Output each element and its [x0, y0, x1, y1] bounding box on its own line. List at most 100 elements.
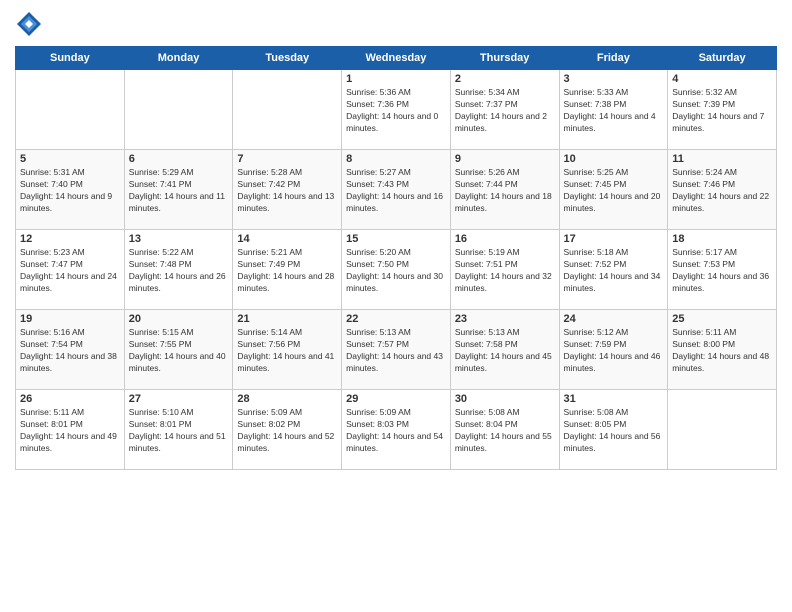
day-number: 22 — [346, 313, 446, 325]
table-row: 26 Sunrise: 5:11 AMSunset: 8:01 PMDayligh… — [16, 390, 125, 470]
table-row: 3Sunrise: 5:33 AMSunset: 7:38 PMDaylight… — [559, 70, 668, 150]
table-row: 15 Sunrise: 5:20 AMSunset: 7:50 PMDayligh… — [342, 230, 451, 310]
table-row: 27 Sunrise: 5:10 AMSunset: 8:01 PMDayligh… — [124, 390, 233, 470]
day-number: 13 — [129, 233, 229, 245]
col-monday: Monday — [124, 47, 233, 70]
table-row: 28 Sunrise: 5:09 AMSunset: 8:02 PMDayligh… — [233, 390, 342, 470]
calendar-table: Sunday Monday Tuesday Wednesday Thursday… — [15, 46, 777, 470]
table-row: 9 Sunrise: 5:26 AMSunset: 7:44 PMDaylight… — [450, 150, 559, 230]
day-number: 14 — [237, 233, 337, 245]
table-row: 14 Sunrise: 5:21 AMSunset: 7:49 PMDayligh… — [233, 230, 342, 310]
table-row: 31 Sunrise: 5:08 AMSunset: 8:05 PMDayligh… — [559, 390, 668, 470]
table-row: 30Sunrise: 5:08 AMSunset: 8:04 PMDayligh… — [450, 390, 559, 470]
day-info: Sunrise: 5:34 AMSunset: 7:37 PMDaylight:… — [455, 87, 555, 135]
day-number: 6 — [129, 153, 229, 165]
day-number: 23 — [455, 313, 555, 325]
calendar-week-0: 1 Sunrise: 5:36 AMSunset: 7:36 PMDaylight… — [16, 70, 777, 150]
day-number: 25 — [672, 313, 772, 325]
day-number: 19 — [20, 313, 120, 325]
day-number: 30 — [455, 393, 555, 405]
day-info: Sunrise: 5:11 AMSunset: 8:01 PMDaylight:… — [20, 407, 120, 455]
day-number: 27 — [129, 393, 229, 405]
day-number: 4 — [672, 73, 772, 85]
day-info: Sunrise: 5:31 AMSunset: 7:40 PMDaylight:… — [20, 167, 120, 215]
col-wednesday: Wednesday — [342, 47, 451, 70]
table-row: 8 Sunrise: 5:27 AMSunset: 7:43 PMDaylight… — [342, 150, 451, 230]
day-info: Sunrise: 5:32 AMSunset: 7:39 PMDaylight:… — [672, 87, 772, 135]
day-number: 21 — [237, 313, 337, 325]
day-info: Sunrise: 5:10 AMSunset: 8:01 PMDaylight:… — [129, 407, 229, 455]
day-info: Sunrise: 5:29 AMSunset: 7:41 PMDaylight:… — [129, 167, 229, 215]
day-info: Sunrise: 5:26 AMSunset: 7:44 PMDaylight:… — [455, 167, 555, 215]
header — [15, 10, 777, 38]
col-sunday: Sunday — [16, 47, 125, 70]
day-number: 15 — [346, 233, 446, 245]
day-info: Sunrise: 5:17 AMSunset: 7:53 PMDaylight:… — [672, 247, 772, 295]
day-number: 24 — [564, 313, 664, 325]
table-row: 2 Sunrise: 5:34 AMSunset: 7:37 PMDaylight… — [450, 70, 559, 150]
table-row: 21 Sunrise: 5:14 AMSunset: 7:56 PMDayligh… — [233, 310, 342, 390]
calendar-week-2: 12Sunrise: 5:23 AMSunset: 7:47 PMDayligh… — [16, 230, 777, 310]
day-info: Sunrise: 5:14 AMSunset: 7:56 PMDaylight:… — [237, 327, 337, 375]
day-number: 7 — [237, 153, 337, 165]
day-info: Sunrise: 5:09 AMSunset: 8:03 PMDaylight:… — [346, 407, 446, 455]
day-number: 12 — [20, 233, 120, 245]
day-info: Sunrise: 5:12 AMSunset: 7:59 PMDaylight:… — [564, 327, 664, 375]
table-row: 5 Sunrise: 5:31 AMSunset: 7:40 PMDaylight… — [16, 150, 125, 230]
table-row: 25Sunrise: 5:11 AMSunset: 8:00 PMDayligh… — [668, 310, 777, 390]
logo — [15, 10, 47, 38]
table-row: 16Sunrise: 5:19 AMSunset: 7:51 PMDayligh… — [450, 230, 559, 310]
day-number: 9 — [455, 153, 555, 165]
day-number: 28 — [237, 393, 337, 405]
table-row: 29 Sunrise: 5:09 AMSunset: 8:03 PMDayligh… — [342, 390, 451, 470]
table-row: 23 Sunrise: 5:13 AMSunset: 7:58 PMDayligh… — [450, 310, 559, 390]
day-number: 8 — [346, 153, 446, 165]
day-info: Sunrise: 5:13 AMSunset: 7:57 PMDaylight:… — [346, 327, 446, 375]
table-row: 11 Sunrise: 5:24 AMSunset: 7:46 PMDayligh… — [668, 150, 777, 230]
table-row: 19 Sunrise: 5:16 AMSunset: 7:54 PMDayligh… — [16, 310, 125, 390]
table-row — [668, 390, 777, 470]
day-number: 11 — [672, 153, 772, 165]
day-info: Sunrise: 5:20 AMSunset: 7:50 PMDaylight:… — [346, 247, 446, 295]
day-number: 17 — [564, 233, 664, 245]
day-number: 20 — [129, 313, 229, 325]
table-row: 4 Sunrise: 5:32 AMSunset: 7:39 PMDaylight… — [668, 70, 777, 150]
day-info: Sunrise: 5:28 AMSunset: 7:42 PMDaylight:… — [237, 167, 337, 215]
day-info: Sunrise: 5:16 AMSunset: 7:54 PMDaylight:… — [20, 327, 120, 375]
day-info: Sunrise: 5:36 AMSunset: 7:36 PMDaylight:… — [346, 87, 446, 135]
calendar-week-4: 26 Sunrise: 5:11 AMSunset: 8:01 PMDayligh… — [16, 390, 777, 470]
day-number: 31 — [564, 393, 664, 405]
table-row: 6 Sunrise: 5:29 AMSunset: 7:41 PMDaylight… — [124, 150, 233, 230]
calendar-week-1: 5 Sunrise: 5:31 AMSunset: 7:40 PMDaylight… — [16, 150, 777, 230]
day-info: Sunrise: 5:15 AMSunset: 7:55 PMDaylight:… — [129, 327, 229, 375]
table-row — [124, 70, 233, 150]
day-number: 5 — [20, 153, 120, 165]
day-info: Sunrise: 5:19 AMSunset: 7:51 PMDaylight:… — [455, 247, 555, 295]
day-info: Sunrise: 5:22 AMSunset: 7:48 PMDaylight:… — [129, 247, 229, 295]
table-row: 17Sunrise: 5:18 AMSunset: 7:52 PMDayligh… — [559, 230, 668, 310]
day-info: Sunrise: 5:24 AMSunset: 7:46 PMDaylight:… — [672, 167, 772, 215]
col-saturday: Saturday — [668, 47, 777, 70]
table-row — [233, 70, 342, 150]
day-info: Sunrise: 5:13 AMSunset: 7:58 PMDaylight:… — [455, 327, 555, 375]
table-row: 20 Sunrise: 5:15 AMSunset: 7:55 PMDayligh… — [124, 310, 233, 390]
table-row: 12Sunrise: 5:23 AMSunset: 7:47 PMDayligh… — [16, 230, 125, 310]
table-row: 7 Sunrise: 5:28 AMSunset: 7:42 PMDaylight… — [233, 150, 342, 230]
logo-icon — [15, 10, 43, 38]
day-number: 29 — [346, 393, 446, 405]
day-number: 18 — [672, 233, 772, 245]
day-number: 1 — [346, 73, 446, 85]
calendar-header-row: Sunday Monday Tuesday Wednesday Thursday… — [16, 47, 777, 70]
day-info: Sunrise: 5:21 AMSunset: 7:49 PMDaylight:… — [237, 247, 337, 295]
day-number: 3 — [564, 73, 664, 85]
table-row — [16, 70, 125, 150]
col-tuesday: Tuesday — [233, 47, 342, 70]
table-row: 22 Sunrise: 5:13 AMSunset: 7:57 PMDayligh… — [342, 310, 451, 390]
day-number: 2 — [455, 73, 555, 85]
day-number: 26 — [20, 393, 120, 405]
day-info: Sunrise: 5:09 AMSunset: 8:02 PMDaylight:… — [237, 407, 337, 455]
day-info: Sunrise: 5:27 AMSunset: 7:43 PMDaylight:… — [346, 167, 446, 215]
table-row: 1 Sunrise: 5:36 AMSunset: 7:36 PMDaylight… — [342, 70, 451, 150]
day-info: Sunrise: 5:25 AMSunset: 7:45 PMDaylight:… — [564, 167, 664, 215]
day-info: Sunrise: 5:08 AMSunset: 8:05 PMDaylight:… — [564, 407, 664, 455]
